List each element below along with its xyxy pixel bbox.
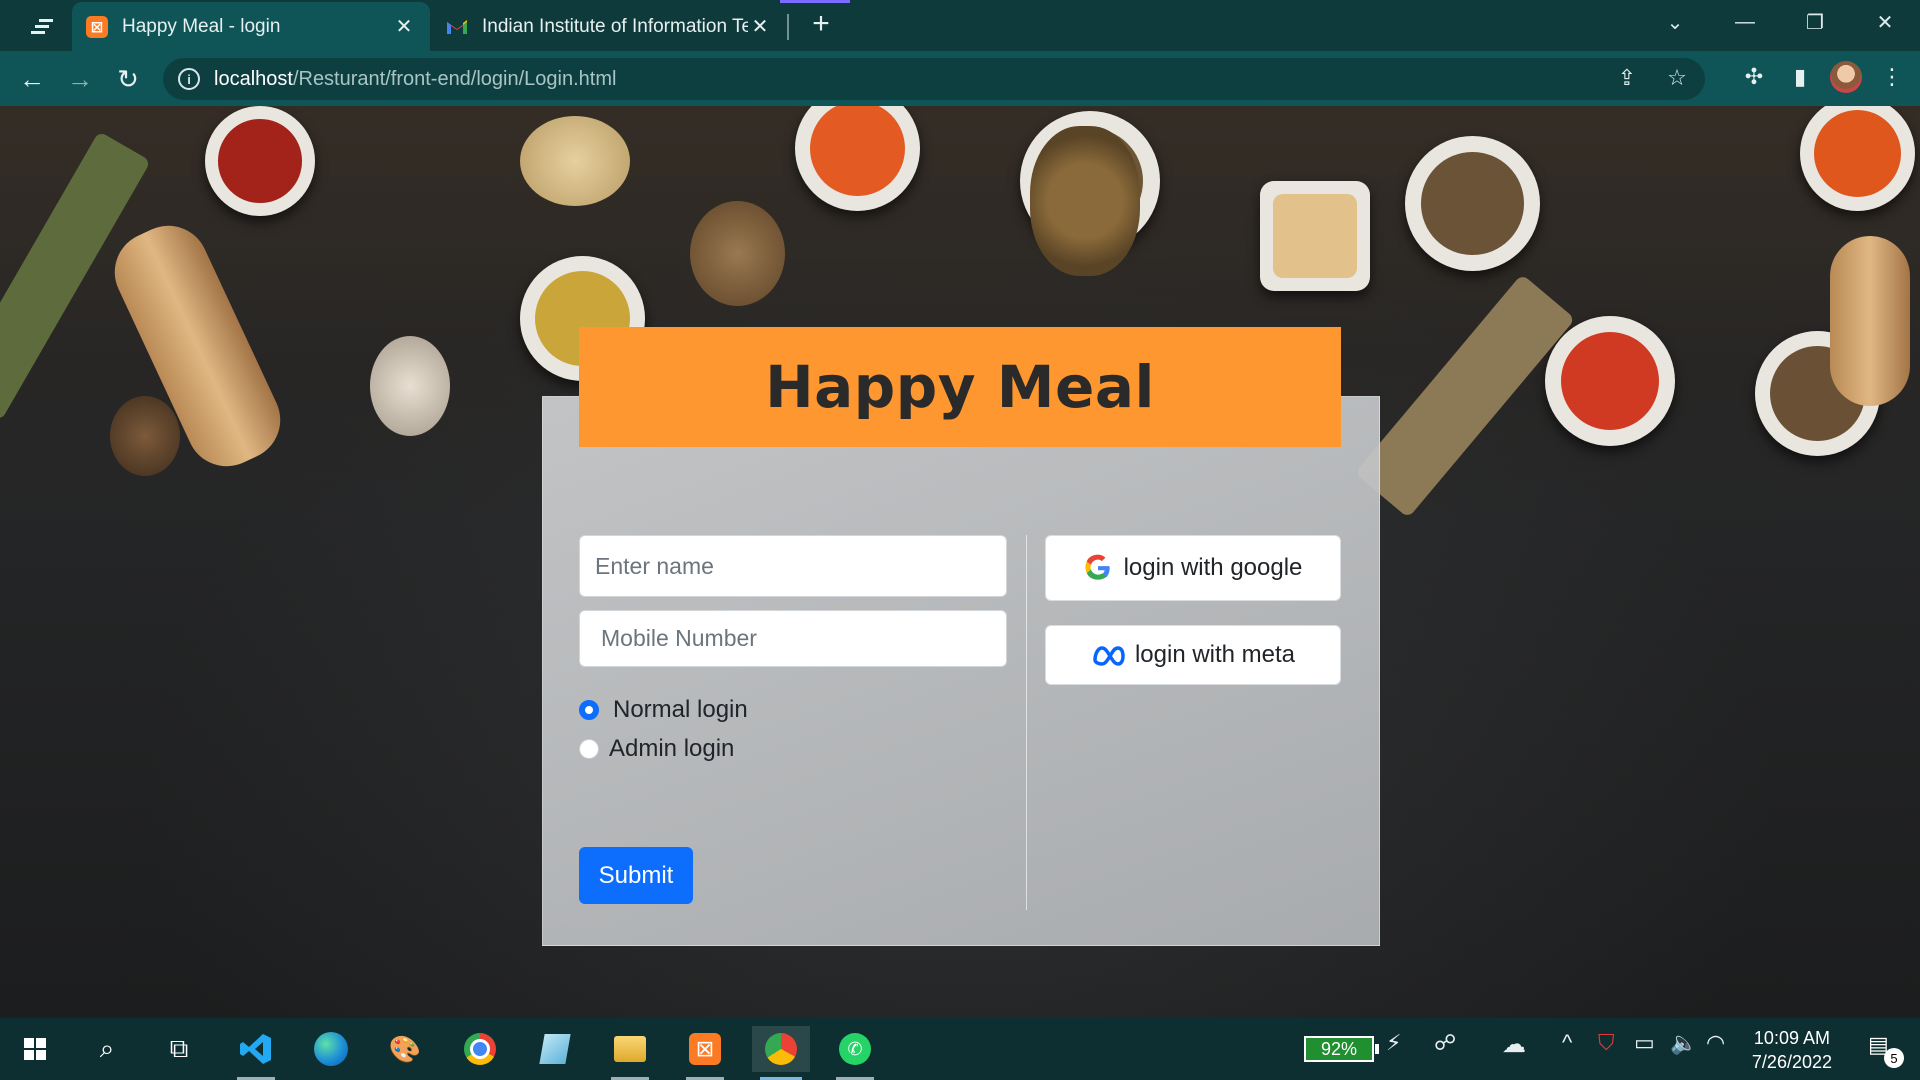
minimize-button[interactable]: — [1710,0,1780,44]
vscode-icon[interactable] [227,1026,285,1080]
cloud-icon[interactable]: ☁ [1502,1030,1526,1059]
radio-label: Admin login [609,735,735,762]
side-panel-icon[interactable]: ▮ [1784,61,1816,93]
xampp-icon: ⊠ [86,15,108,38]
mobile-number-input[interactable] [599,624,1006,653]
new-tab-button[interactable]: + [806,9,836,40]
close-window-button[interactable]: ✕ [1850,0,1920,44]
radio-label: Normal login [613,696,748,723]
name-input[interactable] [593,551,1006,581]
tab-drag-indicator [780,0,850,3]
google-icon [1084,554,1112,582]
paint-icon[interactable]: 🎨 [376,1026,434,1072]
meta-logo-icon [1091,643,1129,667]
close-tab-icon[interactable]: ✕ [392,14,416,39]
xampp-taskbar-icon[interactable]: ⊠ [676,1026,734,1080]
brand-header: Happy Meal [579,327,1341,447]
url-host: localhost [214,67,293,90]
system-clock[interactable]: 10:09 AM 7/26/2022 [1752,1026,1832,1074]
windows-taskbar: ⌕ ⧉ 🎨 ⊠ ✆ 92% ⚡ ☍ ☁ ^ ⛉ ▭ 🔈 ◠ 10:09 AM 7… [0,1018,1920,1080]
spice-bowl [1405,136,1540,271]
radio-normal-login[interactable]: Normal login [579,696,748,724]
google-button-label: login with google [1123,554,1303,581]
notepad-icon[interactable] [526,1026,584,1072]
spice-bowl [1545,316,1675,446]
battery-tray-icon[interactable]: ▭ [1634,1030,1655,1056]
mobile-field[interactable] [579,610,1007,667]
bookmark-star-icon[interactable]: ☆ [1663,65,1691,91]
spice-bowl [1260,181,1370,291]
antivirus-shield-icon[interactable]: ⛉ [1598,1030,1615,1056]
chrome-profile-icon[interactable] [752,1026,810,1080]
url-path: /Resturant/front-end/login/Login.html [292,67,617,90]
spice-jar [1030,126,1140,276]
volume-icon[interactable]: 🔈 [1670,1030,1697,1056]
tab-happy-meal-login[interactable]: ⊠ Happy Meal - login ✕ [72,2,430,51]
tab-separator [787,14,789,40]
radio-admin-login[interactable]: Admin login [579,735,734,763]
spice-bowl [205,106,315,216]
login-with-google-button[interactable]: login with google [1045,535,1341,601]
tab-title: Happy Meal - login [122,15,281,37]
browser-toolbar: ← → ↻ i localhost /Resturant/front-end/l… [0,51,1920,106]
pepper-grinder [1830,236,1910,406]
edge-icon[interactable] [302,1026,360,1072]
meta-button-label: login with meta [1134,641,1296,668]
file-explorer-icon[interactable] [601,1026,659,1080]
gmail-icon [446,16,468,38]
menu-kebab-icon[interactable]: ⋮ [1876,61,1908,93]
spice-bowl [520,116,630,206]
brand-title: Happy Meal [765,353,1155,421]
notification-count: 5 [1884,1048,1904,1068]
extensions-puzzle-icon[interactable]: ✣ [1738,61,1770,93]
spice-spoon [690,201,785,306]
whatsapp-icon[interactable]: ✆ [826,1026,884,1080]
people-icon[interactable]: ☍ [1434,1030,1456,1056]
tab-gmail[interactable]: Indian Institute of Information Te ✕ [432,2,786,51]
reload-icon[interactable]: ↻ [110,61,146,97]
tab-list-chevron-icon[interactable]: ⌄ [1640,0,1710,44]
forward-arrow-icon[interactable]: → [62,61,98,97]
back-arrow-icon[interactable]: ← [14,61,50,97]
radio-unselected-icon[interactable] [579,739,599,759]
card-divider [1026,535,1027,910]
task-view-icon[interactable]: ⧉ [150,1026,208,1072]
show-hidden-icons-chevron[interactable]: ^ [1562,1030,1572,1056]
radio-selected-icon[interactable] [579,700,599,720]
tab-title: Indian Institute of Information Te [482,15,748,37]
profile-avatar[interactable] [1830,61,1862,93]
search-icon[interactable]: ⌕ [78,1026,136,1072]
site-info-icon[interactable]: i [178,68,200,90]
browser-tab-strip: ⊠ Happy Meal - login ✕ Indian Institute … [0,0,1920,51]
notification-center-icon[interactable]: ▤ 5 [1868,1032,1904,1068]
close-tab-icon[interactable]: ✕ [748,14,772,39]
peppercorn-spoon [110,396,180,476]
login-with-meta-button[interactable]: login with meta [1045,625,1341,685]
power-plug-icon: ⚡ [1386,1030,1402,1055]
restore-button[interactable]: ❐ [1780,0,1850,44]
address-bar[interactable]: i localhost /Resturant/front-end/login/L… [163,58,1705,100]
windows-start-icon[interactable] [6,1026,64,1072]
name-field[interactable] [579,535,1007,597]
chrome-icon[interactable] [451,1026,509,1072]
submit-button[interactable]: Submit [579,847,693,904]
tab-search-icon[interactable] [22,12,62,40]
clock-time: 10:09 AM [1753,1028,1830,1048]
window-controls: ⌄ — ❐ ✕ [1640,0,1920,44]
battery-indicator[interactable]: 92% [1304,1036,1379,1062]
wifi-icon[interactable]: ◠ [1706,1030,1725,1056]
clock-date: 7/26/2022 [1751,1052,1832,1072]
share-icon[interactable]: ⇪ [1613,65,1641,91]
garlic [370,336,450,436]
